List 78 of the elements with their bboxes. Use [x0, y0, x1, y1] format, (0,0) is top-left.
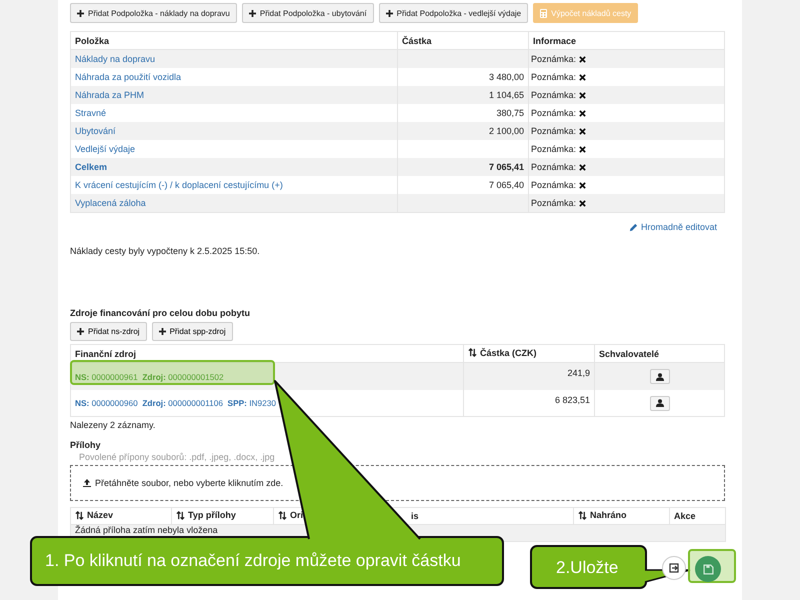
- upload-icon: [83, 479, 91, 487]
- add-button[interactable]: Přidat spp-zdroj: [152, 322, 233, 341]
- plus-icon: [77, 10, 84, 16]
- column-header: Finanční zdroj: [70, 344, 464, 362]
- close-icon[interactable]: [579, 146, 586, 152]
- pencil-icon: [628, 222, 638, 232]
- amount-text: 1 104,65: [488, 90, 524, 100]
- note-label: Poznámka:: [531, 54, 576, 64]
- export-icon: [669, 563, 679, 573]
- column-header[interactable]: Název: [70, 508, 172, 524]
- callout-text: 2.Uložte: [556, 558, 618, 578]
- save-icon: [702, 564, 714, 574]
- plus-icon: [248, 10, 256, 16]
- funding-source-link[interactable]: NS: 0000000960 Zdroj: 000000001106 SPP: IN9230: [75, 398, 276, 408]
- add-button[interactable]: Přidat Podpoložka - náklady na dopravu: [70, 3, 237, 23]
- column-header: Informace: [528, 32, 724, 50]
- approvers-button[interactable]: [650, 396, 670, 410]
- section-title: Přílohy: [70, 440, 102, 450]
- column-header: Částka: [398, 32, 528, 50]
- amount-text: 7 065,40: [488, 180, 524, 190]
- amount-text: 241,9: [567, 368, 590, 378]
- close-icon[interactable]: [579, 92, 586, 98]
- amount-text: 6 823,51: [554, 395, 590, 405]
- item-link[interactable]: Vyplacená záloha: [75, 198, 146, 208]
- column-header[interactable]: Typ přílohy: [172, 508, 274, 524]
- item-link[interactable]: Celkem: [75, 162, 108, 172]
- allowed-extensions: Povolené přípony souborů: .pdf, .jpeg, .docx, .jpg: [79, 452, 276, 462]
- calculator-icon: [540, 8, 548, 18]
- bulk-edit-link[interactable]: Hromadně editovat: [628, 222, 717, 232]
- column-header: Schvalovatelé: [594, 344, 724, 362]
- sort-icon[interactable]: [468, 348, 477, 358]
- plus-icon: [77, 328, 84, 335]
- item-link[interactable]: Náklady na dopravu: [75, 54, 156, 64]
- note-label: Poznámka:: [531, 126, 576, 136]
- column-header: Položka: [70, 32, 398, 50]
- close-icon[interactable]: [579, 56, 586, 62]
- section-title: Zdroje financování pro celou dobu pobytu: [70, 308, 251, 318]
- note-label: Poznámka:: [531, 198, 576, 208]
- record-count: Nalezeny 2 záznamy.: [70, 420, 156, 430]
- note-label: Poznámka:: [531, 108, 576, 118]
- close-icon[interactable]: [579, 164, 586, 170]
- person-icon: [656, 399, 664, 407]
- item-link[interactable]: Náhrada za PHM: [75, 90, 144, 100]
- plus-icon: [386, 10, 393, 16]
- item-link[interactable]: Náhrada za použití vozidla: [75, 72, 182, 82]
- close-icon[interactable]: [579, 182, 586, 188]
- column-header[interactable]: Částka (CZK): [464, 344, 594, 362]
- add-button[interactable]: Přidat ns-zdroj: [70, 322, 147, 341]
- amount-text: 2 100,00: [488, 126, 524, 136]
- item-link[interactable]: Ubytování: [75, 126, 116, 136]
- calculation-note: Náklady cesty byly vypočteny k 2.5.2025 15:50.: [70, 246, 261, 256]
- item-link[interactable]: Stravné: [75, 108, 106, 118]
- note-label: Poznámka:: [531, 180, 576, 190]
- person-icon: [656, 372, 664, 380]
- note-label: Poznámka:: [531, 144, 576, 154]
- empty-message: Žádná příloha zatím nebyla vložena: [75, 525, 218, 535]
- column-header[interactable]: Nahráno: [574, 508, 670, 524]
- note-label: Poznámka:: [531, 162, 576, 172]
- callout-text: 1. Po kliknutí na označení zdroje můžete opravit částku: [45, 551, 461, 571]
- sort-icon[interactable]: [278, 510, 287, 520]
- amount-text: 7 065,41: [488, 162, 524, 172]
- sort-icon[interactable]: [176, 510, 185, 520]
- amount-text: 3 480,00: [488, 72, 524, 82]
- amount-text: 380,75: [496, 108, 524, 118]
- sort-icon[interactable]: [75, 510, 84, 520]
- close-icon[interactable]: [579, 200, 586, 206]
- note-label: Poznámka:: [531, 90, 576, 100]
- close-icon[interactable]: [579, 74, 586, 80]
- add-button[interactable]: Přidat Podpoložka - ubytování: [242, 3, 374, 23]
- close-icon[interactable]: [579, 128, 586, 134]
- plus-icon: [158, 328, 166, 335]
- item-link[interactable]: K vrácení cestujícím (-) / k doplacení cestujícímu (+): [75, 180, 283, 190]
- note-label: Poznámka:: [531, 72, 576, 82]
- sort-icon[interactable]: [578, 510, 587, 520]
- close-icon[interactable]: [579, 110, 586, 116]
- approvers-button[interactable]: [650, 369, 670, 384]
- item-link[interactable]: Vedlejší výdaje: [75, 144, 136, 154]
- add-button[interactable]: Přidat Podpoložka - vedlejší výdaje: [378, 3, 528, 23]
